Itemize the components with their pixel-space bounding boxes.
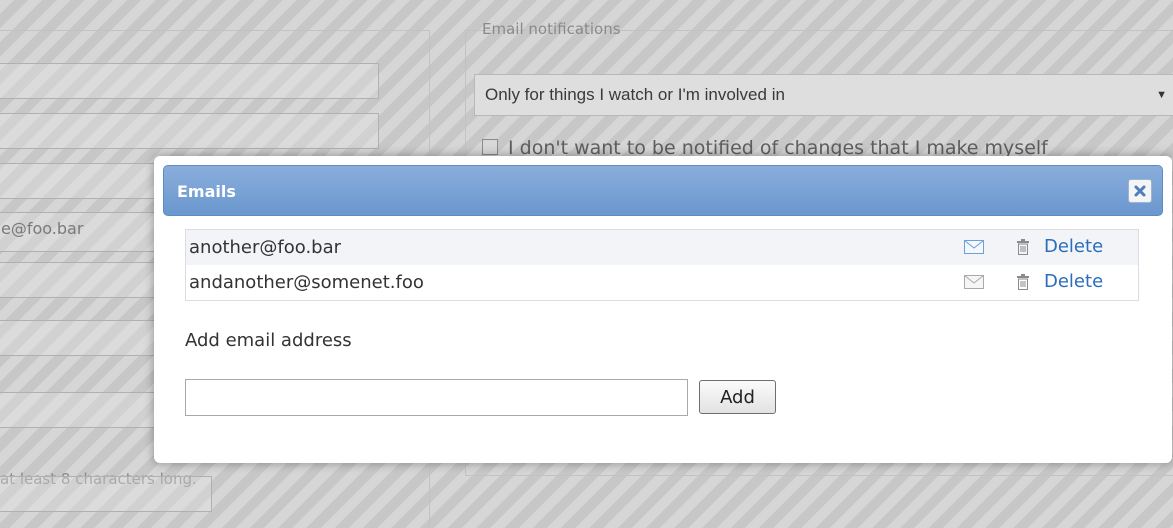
trash-icon[interactable] [1016,239,1030,255]
envelope-icon[interactable] [964,240,984,254]
trash-icon[interactable] [1016,274,1030,290]
delete-link[interactable]: Delete [1044,236,1103,257]
email-row: andanother@somenet.foo Delete [186,265,1138,300]
envelope-icon[interactable] [964,275,984,289]
name-field[interactable] [0,63,379,99]
delete-link[interactable]: Delete [1044,271,1103,292]
password-field[interactable] [0,320,156,356]
dropdown-caret-icon: ▼ [1156,89,1167,101]
email-notifications-legend: Email notifications [482,20,621,38]
email-list: another@foo.bar Delete andanother@somene… [185,229,1139,301]
primary-email-value: e@foo.bar [1,219,84,238]
lastname-field[interactable] [0,113,379,149]
email-address: another@foo.bar [189,237,342,258]
add-email-input[interactable] [185,379,688,416]
email-address: andanother@somenet.foo [189,272,424,293]
emails-dialog: Emails another@foo.bar Delete andanother… [154,156,1172,463]
close-icon [1134,185,1146,197]
new-password-field[interactable] [0,392,156,428]
dialog-title: Emails [177,182,236,201]
primary-email-field[interactable]: e@foo.bar [0,212,156,252]
notification-select[interactable]: Only for things I watch or I'm involved … [474,74,1173,116]
login-field[interactable] [0,163,156,199]
dialog-titlebar[interactable]: Emails [163,165,1163,216]
confirm-password-field[interactable] [0,476,212,512]
add-email-label: Add email address [185,330,352,351]
self-changes-checkbox[interactable] [482,139,498,155]
notification-select-value: Only for things I watch or I'm involved … [485,85,785,104]
language-field[interactable] [0,262,156,298]
email-row: another@foo.bar Delete [186,230,1138,265]
close-button[interactable] [1128,179,1152,203]
add-button[interactable]: Add [699,380,776,414]
